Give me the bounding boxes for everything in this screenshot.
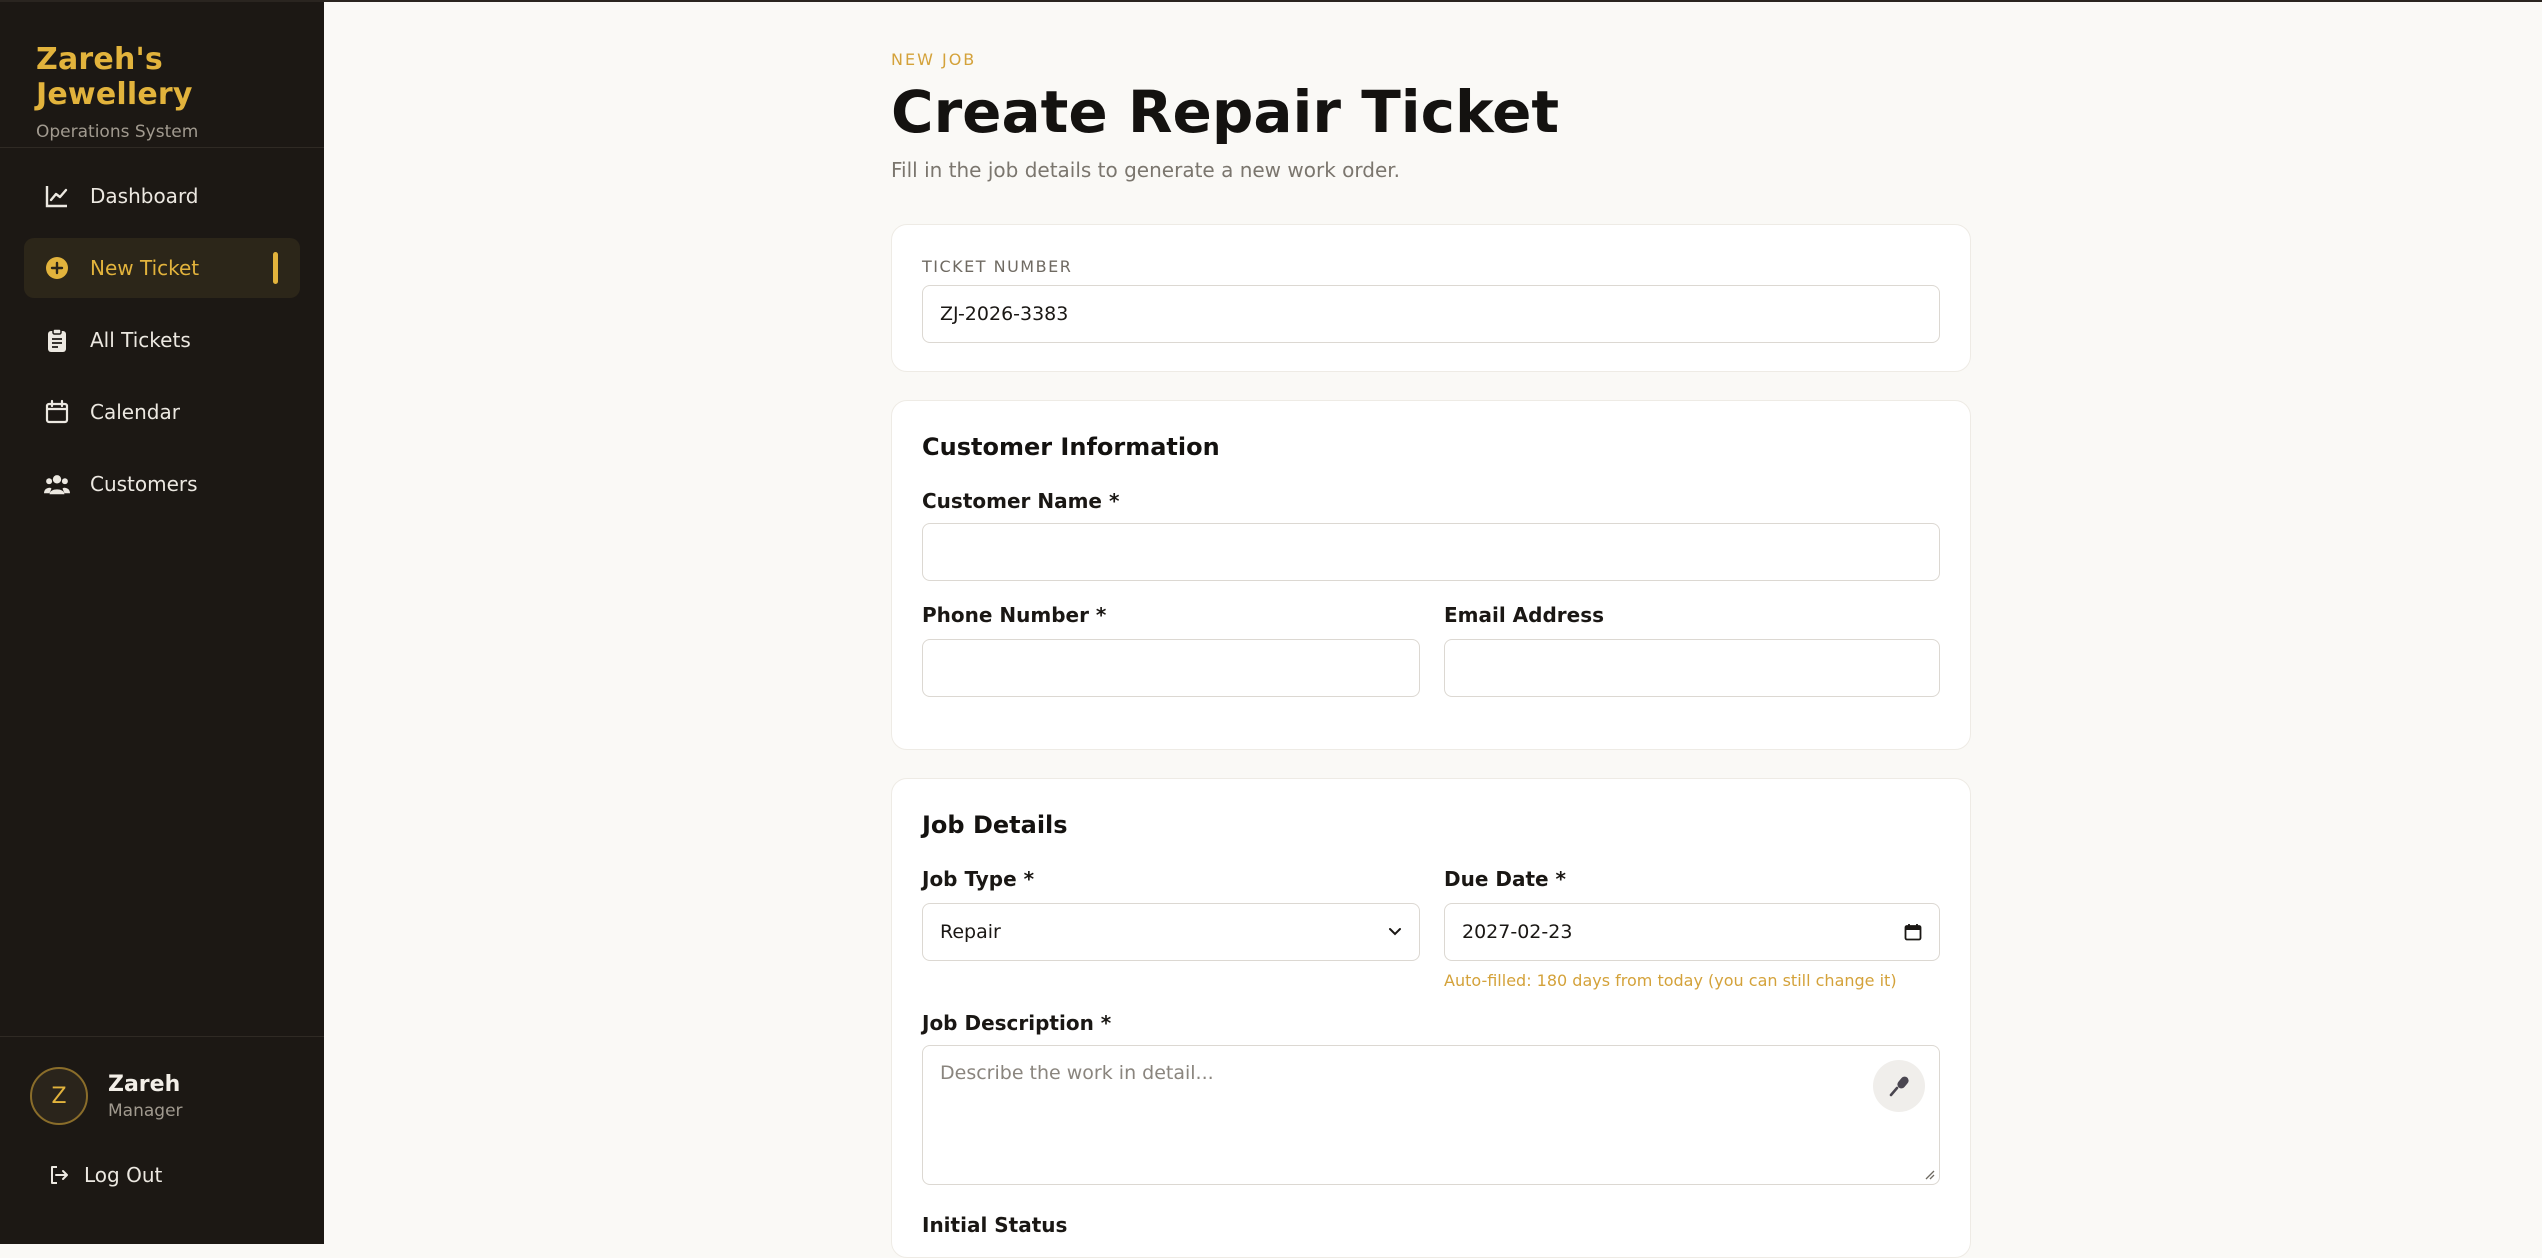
avatar: Z xyxy=(30,1067,88,1125)
sidebar-nav: Dashboard New Ticket All Tickets Calenda… xyxy=(0,148,324,544)
email-address-input[interactable] xyxy=(1444,639,1940,697)
logout-label: Log Out xyxy=(84,1163,163,1187)
due-date-label: Due Date * xyxy=(1444,867,1567,891)
clipboard-icon xyxy=(44,327,70,353)
users-icon xyxy=(44,471,70,497)
resize-handle-icon[interactable] xyxy=(1923,1168,1935,1180)
page-subtitle: Fill in the job details to generate a ne… xyxy=(891,158,1400,182)
logout-button[interactable]: Log Out xyxy=(0,1125,324,1187)
page-title: Create Repair Ticket xyxy=(891,78,1560,146)
sidebar: Zareh's Jewellery Operations System Dash… xyxy=(0,2,324,1244)
job-description-textarea[interactable]: Describe the work in detail... xyxy=(922,1045,1940,1185)
ticket-number-label: TICKET NUMBER xyxy=(922,257,1073,276)
brand-title: Zareh's Jewellery xyxy=(36,42,193,112)
logout-icon xyxy=(48,1164,70,1186)
job-type-select[interactable]: Repair xyxy=(922,903,1420,961)
sidebar-item-label: Calendar xyxy=(90,400,180,424)
job-details-card: Job Details Job Type * Repair Due Date *… xyxy=(891,778,1971,1258)
plus-circle-icon xyxy=(44,255,70,281)
sidebar-item-label: Dashboard xyxy=(90,184,199,208)
calendar-picker-icon[interactable] xyxy=(1904,923,1922,941)
chart-line-icon xyxy=(44,183,70,209)
sidebar-footer: Z Zareh Manager Log Out xyxy=(0,1036,324,1244)
customer-info-card: Customer Information Customer Name * Pho… xyxy=(891,400,1971,750)
sidebar-item-customers[interactable]: Customers xyxy=(24,454,300,514)
section-title-customer: Customer Information xyxy=(922,433,1220,461)
job-description-placeholder: Describe the work in detail... xyxy=(940,1062,1214,1084)
customer-name-input[interactable] xyxy=(922,523,1940,581)
sidebar-item-all-tickets[interactable]: All Tickets xyxy=(24,310,300,370)
chevron-down-icon xyxy=(1388,927,1402,937)
due-date-hint: Auto-filled: 180 days from today (you ca… xyxy=(1444,971,1897,990)
job-type-value: Repair xyxy=(940,921,1001,943)
user-name: Zareh xyxy=(108,1071,181,1097)
sidebar-item-calendar[interactable]: Calendar xyxy=(24,382,300,442)
active-indicator xyxy=(273,252,278,284)
phone-number-label: Phone Number * xyxy=(922,603,1107,627)
brand-subtitle: Operations System xyxy=(36,122,199,142)
sidebar-item-label: All Tickets xyxy=(90,328,191,352)
initial-status-label: Initial Status xyxy=(922,1213,1068,1237)
microphone-icon xyxy=(1887,1074,1911,1098)
due-date-input[interactable]: 2027-02-23 xyxy=(1444,903,1940,961)
section-title-job: Job Details xyxy=(922,811,1068,839)
sidebar-item-new-ticket[interactable]: New Ticket xyxy=(24,238,300,298)
ticket-number-field[interactable]: ZJ-2026-3383 xyxy=(922,285,1940,343)
phone-number-input[interactable] xyxy=(922,639,1420,697)
sidebar-item-dashboard[interactable]: Dashboard xyxy=(24,166,300,226)
voice-input-button[interactable] xyxy=(1873,1060,1925,1112)
page-eyebrow: NEW JOB xyxy=(891,50,977,69)
job-description-label: Job Description * xyxy=(922,1011,1112,1035)
ticket-number-value: ZJ-2026-3383 xyxy=(940,303,1069,325)
ticket-number-card: TICKET NUMBER ZJ-2026-3383 xyxy=(891,224,1971,372)
customer-name-label: Customer Name * xyxy=(922,489,1120,513)
job-type-label: Job Type * xyxy=(922,867,1035,891)
user-profile[interactable]: Z Zareh Manager xyxy=(0,1037,324,1125)
due-date-value: 2027-02-23 xyxy=(1462,921,1573,943)
user-role: Manager xyxy=(108,1100,183,1121)
calendar-icon xyxy=(44,399,70,425)
sidebar-item-label: New Ticket xyxy=(90,256,200,280)
email-address-label: Email Address xyxy=(1444,603,1605,627)
sidebar-item-label: Customers xyxy=(90,472,198,496)
brand: Zareh's Jewellery Operations System xyxy=(0,2,324,148)
